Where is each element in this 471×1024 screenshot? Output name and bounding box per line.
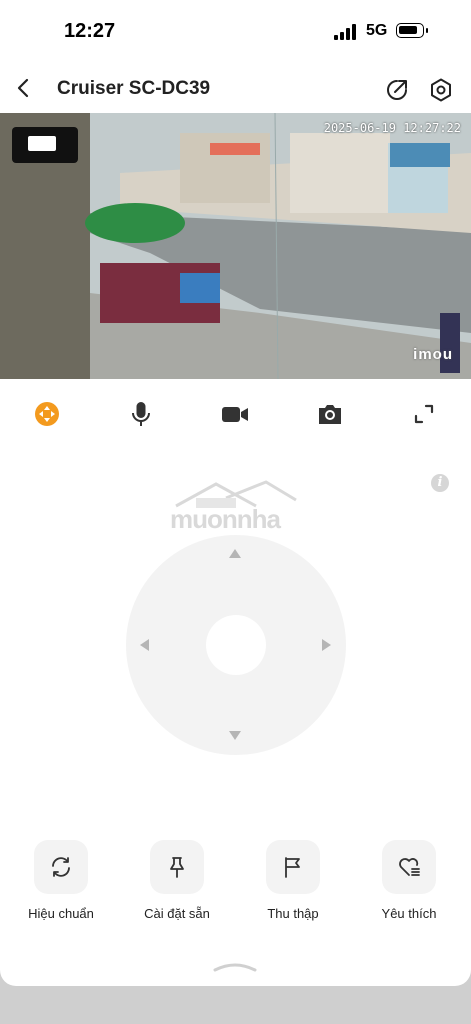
pin-icon[interactable] <box>150 840 204 894</box>
live-video-feed[interactable]: 2025-06-19 12:27:22 imou <box>0 113 471 379</box>
ptz-joystick[interactable] <box>126 535 346 755</box>
signal-icon <box>334 24 358 40</box>
back-icon[interactable] <box>12 76 36 100</box>
page-title: Cruiser SC-DC39 <box>57 78 211 99</box>
heart-list-icon[interactable] <box>382 840 436 894</box>
pan-right-arrow-icon[interactable] <box>322 639 331 651</box>
action-label: Hiệu chuẩn <box>28 906 94 921</box>
network-type: 5G <box>366 22 388 39</box>
video-record-icon[interactable] <box>221 400 249 428</box>
status-bar: 12:27 5G <box>0 0 471 62</box>
action-label: Yêu thích <box>381 906 437 921</box>
collect-button[interactable]: Thu thập <box>235 840 351 921</box>
favorite-button[interactable]: Yêu thích <box>351 840 467 921</box>
info-icon[interactable]: i <box>431 474 449 492</box>
drawer-handle-icon[interactable] <box>212 962 258 972</box>
ptz-control-icon[interactable] <box>33 400 61 428</box>
status-time: 12:27 <box>64 20 116 42</box>
pan-up-arrow-icon[interactable] <box>229 549 241 558</box>
brand-logo: imou <box>413 346 453 363</box>
recording-badge[interactable] <box>12 127 78 163</box>
camera-screen: 12:27 5G Cruiser SC-DC39 2025-06-19 12:2… <box>0 0 471 986</box>
share-icon[interactable] <box>384 77 410 103</box>
pan-down-arrow-icon[interactable] <box>229 731 241 740</box>
camera-control-bar <box>0 388 471 442</box>
action-label: Cài đặt sẵn <box>144 906 210 921</box>
preset-button[interactable]: Cài đặt sẵn <box>119 840 235 921</box>
flag-icon[interactable] <box>266 840 320 894</box>
ptz-actions: Hiệu chuẩn Cài đặt sẵn Thu thập Yêu thíc… <box>0 840 471 930</box>
pan-left-arrow-icon[interactable] <box>140 639 149 651</box>
calibrate-button[interactable]: Hiệu chuẩn <box>3 840 119 921</box>
action-label: Thu thập <box>267 906 319 921</box>
watermark-text: muonnha <box>170 504 281 534</box>
battery-icon <box>396 23 428 38</box>
video-timestamp: 2025-06-19 12:27:22 <box>323 121 461 135</box>
fullscreen-icon[interactable] <box>410 400 438 428</box>
snapshot-camera-icon[interactable] <box>316 400 344 428</box>
ptz-center-knob[interactable] <box>206 615 266 675</box>
top-nav: Cruiser SC-DC39 <box>0 68 471 112</box>
calibrate-refresh-icon[interactable] <box>34 840 88 894</box>
microphone-icon[interactable] <box>127 400 155 428</box>
settings-gear-icon[interactable] <box>428 77 454 103</box>
